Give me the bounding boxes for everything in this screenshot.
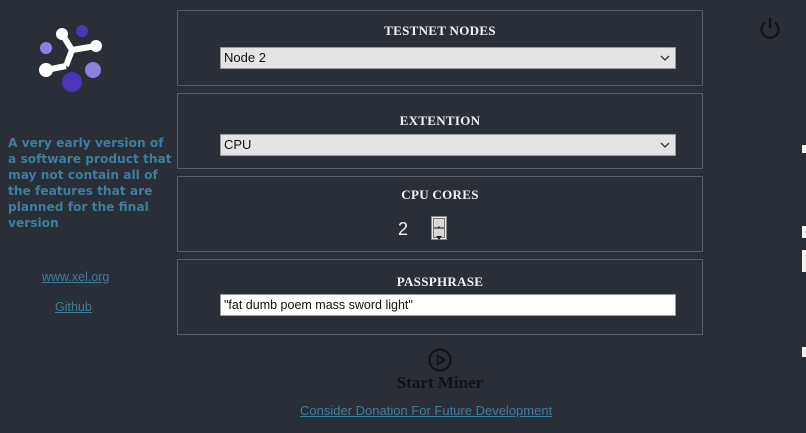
disclaimer-text: A very early version of a software produ…	[8, 136, 172, 230]
cpu-cores-stepper[interactable]	[431, 216, 447, 240]
power-icon[interactable]	[758, 16, 782, 40]
extension-select-value: CPU	[224, 137, 252, 152]
window-edge-mark	[802, 250, 806, 272]
passphrase-title: PASSPHRASE	[396, 274, 484, 289]
chevron-down-icon	[660, 142, 670, 148]
xel-logo-icon	[39, 25, 102, 92]
node-select-value: Node 2	[224, 50, 266, 65]
window-edge-mark	[802, 145, 806, 153]
donation-link[interactable]: Consider Donation For Future Development	[300, 403, 552, 418]
spin-up-icon[interactable]	[433, 218, 445, 230]
passphrase-panel: PASSPHRASE "fat dumb poem mass sword lig…	[177, 259, 703, 335]
passphrase-input[interactable]: "fat dumb poem mass sword light"	[220, 294, 676, 316]
testnet-nodes-title: TESTNET NODES	[384, 23, 496, 38]
cpu-cores-title: CPU CORES	[401, 187, 479, 202]
github-link[interactable]: Github	[55, 300, 92, 314]
node-select[interactable]: Node 2	[220, 47, 676, 69]
cpu-cores-panel: CPU CORES 2	[177, 176, 703, 252]
start-miner-button[interactable]: Start Miner	[380, 346, 500, 396]
extension-panel: EXTENTION CPU	[177, 93, 703, 169]
window-edge-mark	[802, 226, 806, 238]
play-circle-icon	[428, 348, 452, 372]
cpu-cores-value[interactable]: 2	[398, 219, 408, 240]
chevron-down-icon	[660, 55, 670, 61]
website-link[interactable]: www.xel.org	[42, 270, 109, 284]
spin-down-icon[interactable]	[433, 228, 445, 240]
start-miner-label: Start Miner	[396, 373, 484, 392]
extension-select[interactable]: CPU	[220, 134, 676, 156]
window-edge-mark	[802, 347, 806, 357]
extension-title: EXTENTION	[399, 113, 481, 128]
testnet-nodes-panel: TESTNET NODES Node 2	[177, 10, 703, 86]
